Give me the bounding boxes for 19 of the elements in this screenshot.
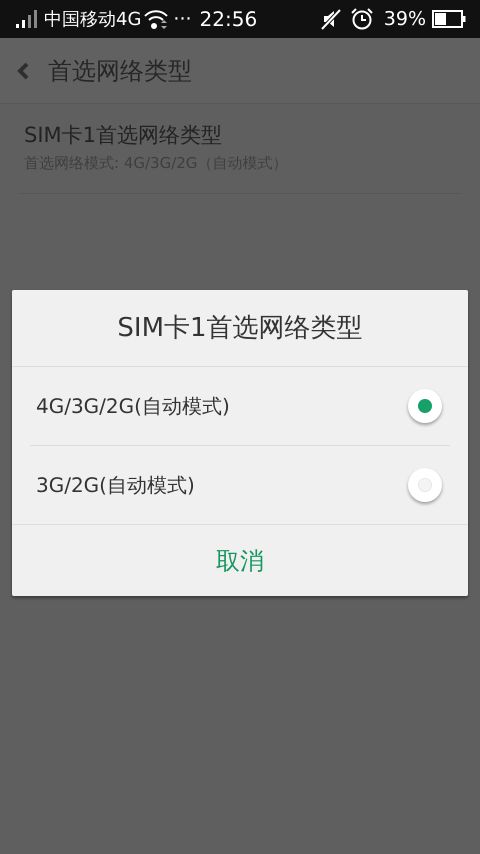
radio-button[interactable] xyxy=(408,468,442,502)
mute-icon xyxy=(320,8,342,30)
option-row[interactable]: 3G/2G(自动模式) xyxy=(30,446,450,524)
dialog-title: SIM卡1首选网络类型 xyxy=(12,290,468,367)
option-label: 4G/3G/2G(自动模式) xyxy=(36,393,230,420)
battery-text: 39% xyxy=(384,6,426,32)
battery-icon xyxy=(432,10,466,28)
radio-button[interactable] xyxy=(408,389,442,423)
setting-title: SIM卡1首选网络类型 xyxy=(24,122,224,148)
signal-icon xyxy=(14,10,38,28)
time-text: 22:56 xyxy=(200,6,258,33)
wifi-icon xyxy=(143,8,170,30)
page-title: 首选网络类型 xyxy=(48,56,192,86)
option-label: 3G/2G(自动模式) xyxy=(36,472,195,499)
carrier-text: 中国移动4G xyxy=(44,8,142,32)
back-icon[interactable] xyxy=(16,60,30,80)
alarm-icon xyxy=(350,7,374,31)
more-text: ··· xyxy=(173,6,192,32)
option-row[interactable]: 4G/3G/2G(自动模式) xyxy=(30,367,450,445)
